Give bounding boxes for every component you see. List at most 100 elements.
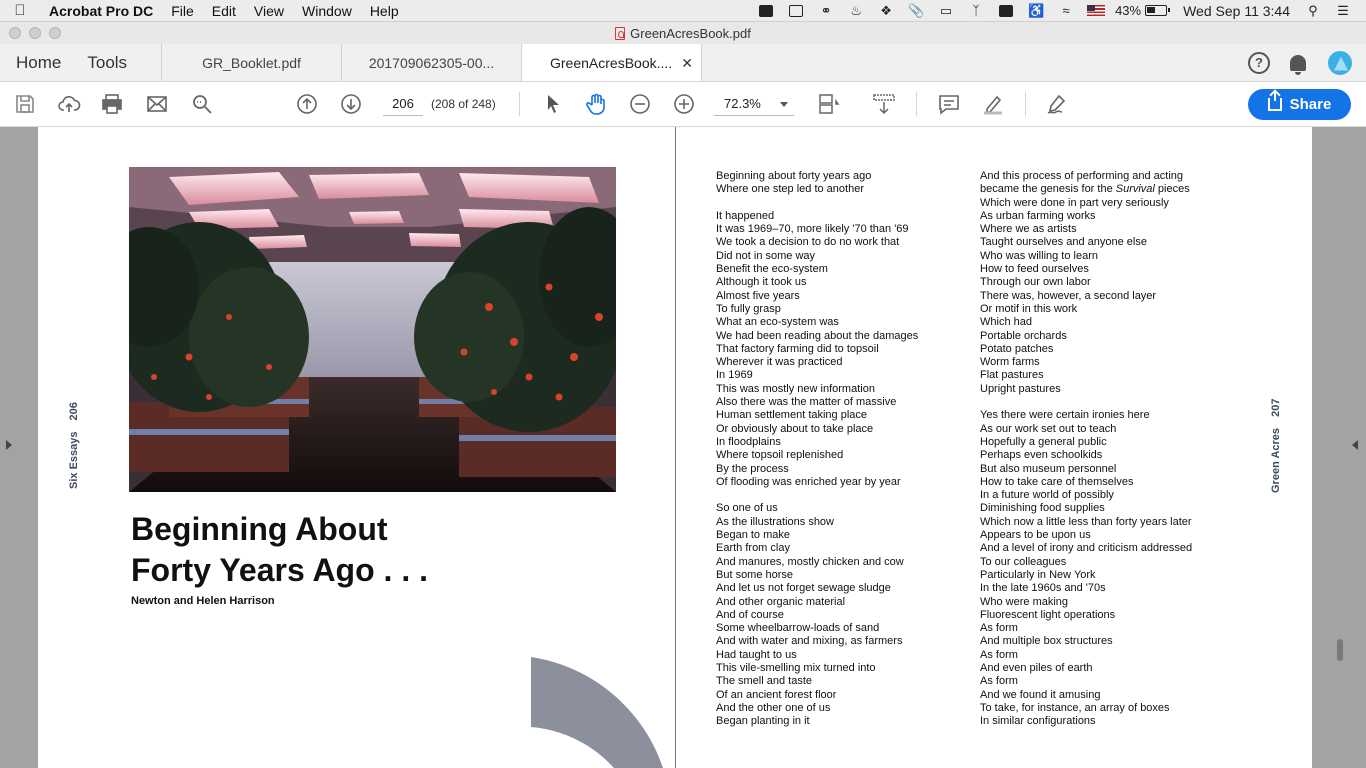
vertical-scrollbar-thumb[interactable] bbox=[1337, 639, 1343, 661]
poem-line: And even piles of earth bbox=[980, 661, 1093, 674]
page-number: 206 bbox=[68, 402, 80, 421]
poem-line: Beginning about forty years ago bbox=[716, 170, 872, 182]
poem-line: And with water and mixing, as farmers bbox=[716, 635, 903, 648]
document-tab-active[interactable]: GreenAcresBook.... ✕ bbox=[522, 44, 702, 81]
poem-line: To our colleagues bbox=[980, 555, 1067, 568]
poem-line: Appears to be upon us bbox=[980, 529, 1091, 542]
poem-line: In the late 1960s and '70s bbox=[980, 582, 1106, 595]
close-tab-icon[interactable]: ✕ bbox=[681, 55, 693, 72]
comment-icon[interactable] bbox=[937, 92, 961, 116]
tools-tab[interactable]: Tools bbox=[87, 53, 127, 73]
zoom-out-icon[interactable] bbox=[628, 92, 652, 116]
decorative-arc bbox=[531, 657, 663, 768]
poem-line: But some horse bbox=[716, 568, 794, 581]
poem-line: In a future world of possibly bbox=[980, 489, 1114, 502]
document-tab[interactable]: GR_Booklet.pdf bbox=[162, 44, 342, 81]
poem-line: And we found it amusing bbox=[980, 688, 1101, 701]
poem-line: As the illustrations show bbox=[716, 515, 834, 528]
scrolling-mode-icon[interactable] bbox=[872, 92, 896, 116]
zoom-level-select[interactable]: 72.3% bbox=[714, 92, 794, 116]
upload-cloud-icon[interactable] bbox=[57, 92, 81, 116]
menu-view[interactable]: View bbox=[245, 3, 293, 19]
close-window-button[interactable] bbox=[9, 27, 21, 39]
email-icon[interactable] bbox=[145, 92, 169, 116]
poem-line: It happened bbox=[716, 209, 775, 222]
poem-line: The smell and taste bbox=[716, 675, 812, 688]
poem-line: By the process bbox=[716, 462, 789, 475]
poem-line: That factory farming did to topsoil bbox=[716, 342, 879, 355]
document-viewport[interactable]: Beginning About Forty Years Ago . . . Ne… bbox=[0, 127, 1366, 768]
previous-page-icon[interactable] bbox=[295, 92, 319, 116]
zoom-in-icon[interactable] bbox=[672, 92, 696, 116]
zoom-window-button[interactable] bbox=[49, 27, 61, 39]
bluetooth-icon[interactable]: ᛉ bbox=[965, 3, 987, 19]
poem-line: Wherever it was practiced bbox=[716, 356, 843, 369]
spotlight-search-icon[interactable]: ⚲ bbox=[1302, 3, 1324, 19]
dropbox-icon[interactable]: ❖ bbox=[875, 3, 897, 19]
poem-line: Of an ancient forest floor bbox=[716, 688, 837, 701]
zoom-level-value: 72.3% bbox=[724, 96, 761, 111]
app-menu[interactable]: Acrobat Pro DC bbox=[40, 3, 162, 19]
poem-line: It was 1969–70, more likely '70 than '69 bbox=[716, 223, 909, 236]
select-cursor-icon[interactable] bbox=[541, 92, 565, 116]
home-tab[interactable]: Home bbox=[16, 53, 61, 73]
print-icon[interactable] bbox=[100, 92, 124, 116]
menu-file[interactable]: File bbox=[162, 3, 203, 19]
poem-line: Some wheelbarrow-loads of sand bbox=[716, 622, 880, 635]
help-icon[interactable]: ? bbox=[1248, 51, 1270, 74]
notifications-bell-icon[interactable] bbox=[1290, 54, 1306, 75]
poem-line: Where one step led to another bbox=[716, 183, 864, 196]
flame-icon[interactable]: ♨ bbox=[845, 3, 867, 19]
battery-icon[interactable] bbox=[1145, 5, 1171, 16]
creative-cloud-icon[interactable]: ⚭ bbox=[815, 3, 837, 19]
menubar-clock[interactable]: Wed Sep 11 3:44 bbox=[1183, 3, 1290, 19]
poem-line: To take, for instance, an array of boxes bbox=[980, 701, 1170, 714]
poem-line: In 1969 bbox=[716, 369, 753, 382]
poem-line: Fluorescent light operations bbox=[980, 608, 1116, 621]
title-line: Forty Years Ago . . . bbox=[131, 552, 428, 588]
poem-line: Had taught to us bbox=[716, 648, 797, 661]
airplay-icon[interactable]: ▭ bbox=[935, 3, 957, 19]
right-panel-toggle-icon[interactable] bbox=[1352, 440, 1358, 450]
keyboard-icon[interactable] bbox=[995, 3, 1017, 19]
poem-line: As form bbox=[980, 648, 1018, 661]
tab-bar-right: ? bbox=[1248, 44, 1366, 81]
save-icon[interactable] bbox=[13, 92, 37, 116]
menu-window[interactable]: Window bbox=[293, 3, 361, 19]
poem-line: Earth from clay bbox=[716, 542, 790, 555]
share-button[interactable]: Share bbox=[1248, 89, 1351, 120]
poem-line: What an eco-system was bbox=[716, 316, 839, 329]
account-icon[interactable] bbox=[1328, 50, 1352, 75]
poem-line: Hopefully a general public bbox=[980, 435, 1107, 448]
menu-edit[interactable]: Edit bbox=[203, 3, 245, 19]
minimize-window-button[interactable] bbox=[29, 27, 41, 39]
document-tab[interactable]: 201709062305-00... bbox=[342, 44, 522, 81]
notification-center-icon[interactable]: ☰ bbox=[1332, 3, 1354, 19]
poem-line: To fully grasp bbox=[716, 302, 781, 315]
poem-line: Which now a little less than forty years… bbox=[980, 515, 1192, 528]
apple-menu-icon[interactable]:  bbox=[0, 2, 40, 19]
poem-line: Flat pastures bbox=[980, 369, 1044, 382]
fill-sign-icon[interactable] bbox=[1045, 92, 1069, 116]
paperclip-icon[interactable]: 📎 bbox=[905, 3, 927, 19]
search-zoom-icon[interactable] bbox=[190, 92, 214, 116]
page-number-input[interactable]: 206 bbox=[383, 92, 423, 116]
menu-help[interactable]: Help bbox=[361, 3, 408, 19]
next-page-icon[interactable] bbox=[339, 92, 363, 116]
page-display-icon[interactable] bbox=[817, 92, 841, 116]
left-panel-toggle-icon[interactable] bbox=[6, 440, 12, 450]
poem-line: Of flooding was enriched year by year bbox=[716, 475, 901, 488]
poem-line: Almost five years bbox=[716, 289, 800, 302]
accessibility-icon[interactable]: ♿ bbox=[1025, 3, 1047, 19]
wifi-icon[interactable]: ≈ bbox=[1055, 3, 1077, 19]
notes-icon[interactable] bbox=[785, 3, 807, 19]
flag-icon[interactable] bbox=[1085, 3, 1107, 19]
page-count: (208 of 248) bbox=[431, 97, 496, 111]
poem-line: As urban farming works bbox=[980, 209, 1096, 222]
highlight-pen-icon[interactable] bbox=[981, 92, 1005, 116]
hand-tool-icon[interactable] bbox=[584, 92, 608, 116]
main-toolbar: 206 (208 of 248) 72.3% Share bbox=[0, 82, 1366, 127]
screen-icon[interactable] bbox=[755, 3, 777, 19]
poem-line: This was mostly new information bbox=[716, 382, 875, 395]
poem-line: Or motif in this work bbox=[980, 302, 1078, 315]
